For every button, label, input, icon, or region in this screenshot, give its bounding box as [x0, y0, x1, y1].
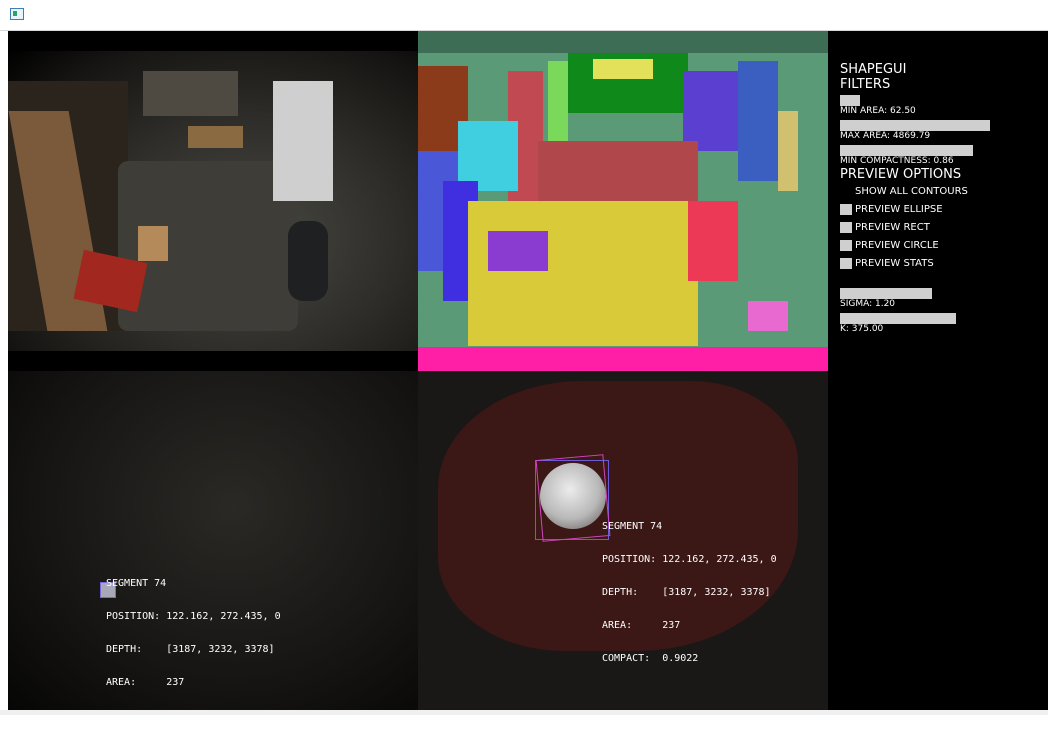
preview-circle-toggle[interactable]: PREVIEW CIRCLE	[840, 236, 1040, 254]
person-figure	[288, 221, 328, 301]
preview-ellipse-label: PREVIEW ELLIPSE	[855, 203, 943, 215]
room-box	[138, 226, 168, 261]
control-panel: SHAPEGUI FILTERS MIN AREA: 62.50 MAX ARE…	[840, 34, 1040, 335]
max-area-slider[interactable]	[840, 120, 990, 131]
segment-position: POSITION: 122.162, 272.435, 0	[602, 554, 777, 565]
color-camera-view	[8, 51, 418, 351]
preview-ellipse-toggle[interactable]: PREVIEW ELLIPSE	[840, 200, 1040, 218]
rotated-rect	[535, 454, 611, 542]
k-slider[interactable]	[840, 313, 956, 324]
window-bottom-edge	[0, 710, 1048, 715]
segment-stats-zoom: SEGMENT 74 POSITION: 122.162, 272.435, 0…	[602, 499, 777, 675]
segmentation-view	[418, 31, 828, 371]
app-window-icon	[10, 8, 24, 20]
room-sofa	[143, 71, 238, 116]
window-left-edge	[0, 31, 8, 715]
checkbox-icon[interactable]	[840, 239, 852, 251]
preview-rect-toggle[interactable]: PREVIEW RECT	[840, 218, 1040, 236]
preview-stats-label: PREVIEW STATS	[855, 257, 934, 269]
show-all-contours-toggle[interactable]: SHOW ALL CONTOURS	[840, 182, 1040, 200]
segment-region	[418, 347, 828, 371]
preview-stats-toggle[interactable]: PREVIEW STATS	[840, 254, 1040, 272]
preview-rect-label: PREVIEW RECT	[855, 221, 930, 233]
segment-region	[748, 301, 788, 331]
segment-region	[778, 111, 798, 191]
checkbox-icon[interactable]	[840, 186, 852, 197]
room-fridge	[273, 81, 333, 201]
sigma-label: SIGMA: 1.20	[840, 299, 896, 309]
min-compactness-slider[interactable]	[840, 145, 973, 156]
segment-position: POSITION: 122.162, 272.435, 0	[106, 611, 281, 622]
segment-region	[548, 61, 568, 151]
segment-region	[418, 31, 828, 53]
preview-options-heading: PREVIEW OPTIONS	[840, 167, 962, 182]
min-area-slider[interactable]	[840, 95, 860, 106]
room-table	[188, 126, 243, 148]
segment-region	[738, 61, 778, 181]
segment-region	[593, 59, 653, 79]
segment-region	[468, 201, 698, 346]
checkbox-icon[interactable]	[840, 257, 852, 269]
sigma-slider[interactable]	[840, 288, 932, 299]
title-bar	[0, 0, 1048, 31]
segment-area: AREA: 237	[602, 620, 681, 631]
segment-area: AREA: 237	[106, 677, 185, 688]
segment-compact: COMPACT: 0.9022	[602, 653, 699, 664]
segment-stats-small: SEGMENT 74 POSITION: 122.162, 272.435, 0…	[106, 556, 281, 732]
segment-id: SEGMENT 74	[106, 578, 167, 589]
segment-region	[488, 231, 548, 271]
segment-region	[688, 201, 738, 281]
k-label: K: 375.00	[840, 324, 884, 334]
segment-depth: DEPTH: [3187, 3232, 3378]	[106, 644, 275, 655]
checkbox-icon[interactable]	[840, 221, 852, 233]
app-title: SHAPEGUI	[840, 62, 907, 77]
show-all-contours-label: SHOW ALL CONTOURS	[855, 185, 968, 197]
max-area-label: MAX AREA: 4869.79	[840, 131, 931, 141]
min-area-label: MIN AREA: 62.50	[840, 106, 916, 116]
preview-circle-label: PREVIEW CIRCLE	[855, 239, 939, 251]
filters-heading: FILTERS	[840, 77, 891, 92]
segment-depth: DEPTH: [3187, 3232, 3378]	[602, 587, 771, 598]
checkbox-icon[interactable]	[840, 203, 852, 215]
segment-id: SEGMENT 74	[602, 521, 663, 532]
min-compactness-label: MIN COMPACTNESS: 0.86	[840, 156, 954, 166]
